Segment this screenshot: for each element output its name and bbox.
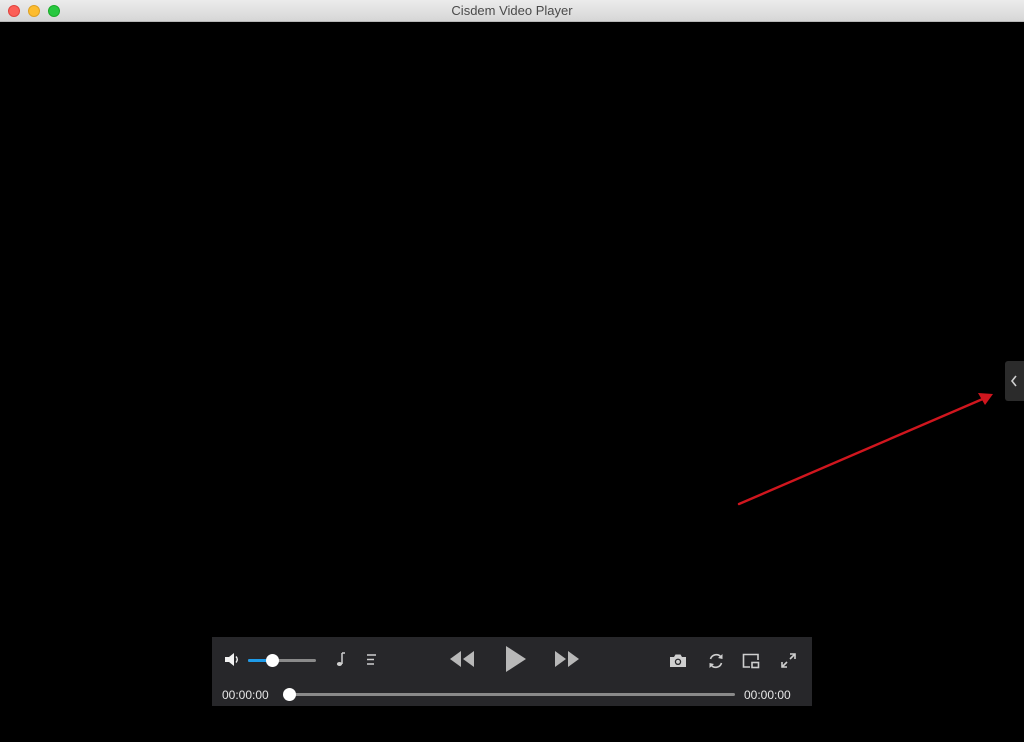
camera-icon[interactable] bbox=[669, 653, 687, 668]
volume-thumb[interactable] bbox=[265, 654, 279, 667]
music-note-icon[interactable] bbox=[334, 651, 346, 668]
video-area[interactable] bbox=[0, 22, 1024, 742]
total-duration: 00:00:00 bbox=[744, 688, 791, 702]
title-bar: Cisdem Video Player bbox=[0, 0, 1024, 22]
volume-slider[interactable] bbox=[248, 654, 316, 667]
picture-in-picture-icon[interactable] bbox=[742, 653, 760, 669]
current-time: 00:00:00 bbox=[222, 688, 269, 702]
fullscreen-icon[interactable] bbox=[780, 652, 797, 669]
loop-icon[interactable] bbox=[707, 652, 725, 670]
play-icon[interactable] bbox=[505, 645, 527, 673]
player-window: Cisdem Video Player 00:00:00 00:00:00 bbox=[0, 0, 1024, 742]
speaker-icon[interactable] bbox=[224, 651, 242, 668]
chevron-left-icon bbox=[1010, 375, 1017, 387]
window-title: Cisdem Video Player bbox=[451, 3, 573, 18]
seek-thumb[interactable] bbox=[283, 688, 296, 701]
sidebar-toggle-button[interactable] bbox=[1005, 361, 1024, 401]
rewind-icon[interactable] bbox=[449, 650, 475, 668]
list-icon[interactable] bbox=[366, 652, 378, 667]
seek-bar[interactable] bbox=[283, 688, 735, 701]
fast-forward-icon[interactable] bbox=[554, 650, 580, 668]
